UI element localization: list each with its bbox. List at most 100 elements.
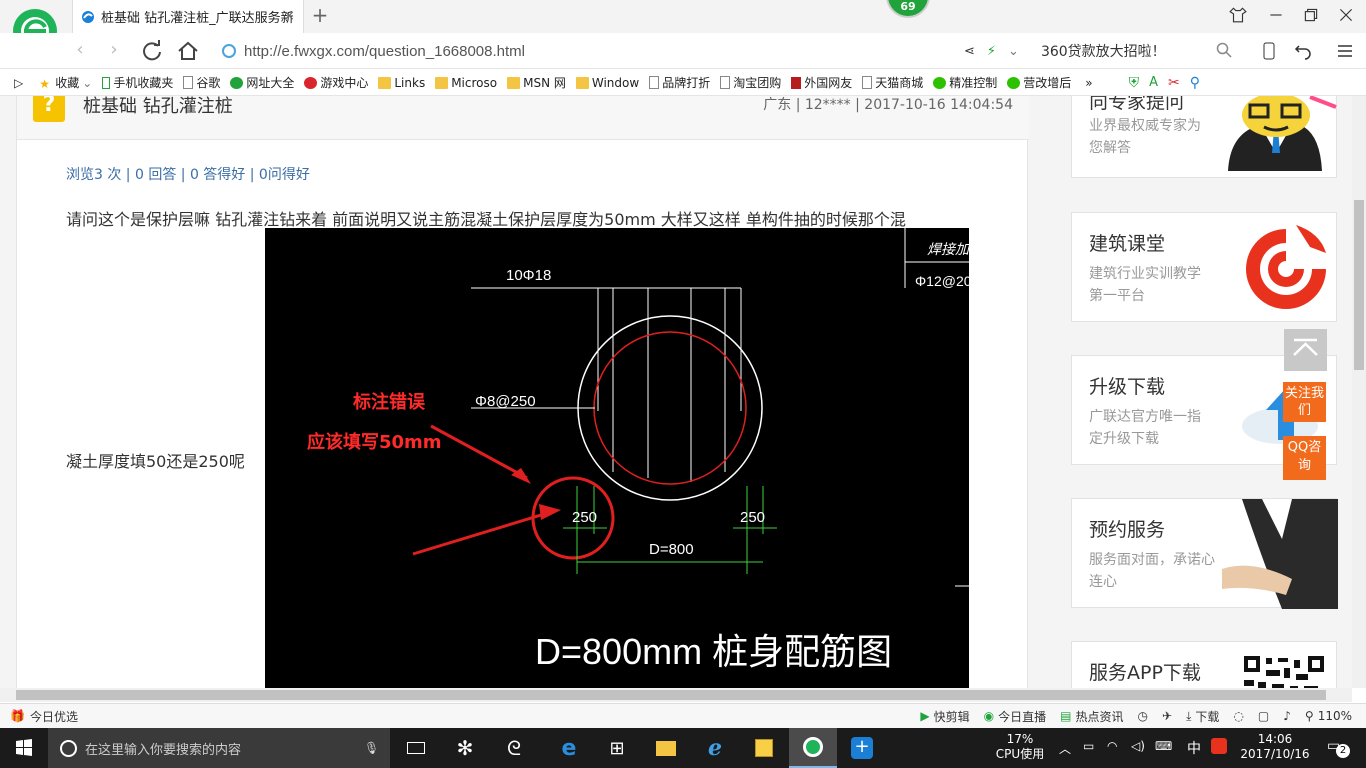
vertical-scroll-thumb[interactable] [1354, 200, 1364, 370]
cad-dimensions [563, 486, 777, 574]
bookmark-brand-sale[interactable]: 品牌打折 [649, 74, 710, 91]
url-text[interactable]: http://e.fwxgx.com/question_1668008.html [244, 43, 525, 60]
news-icon: ▤ [1060, 709, 1072, 723]
status-history-icon[interactable]: ◷ [1138, 709, 1148, 723]
ime-indicator[interactable]: 中 [1187, 738, 1201, 758]
horizontal-scrollbar[interactable] [0, 688, 1352, 702]
swirl-app-icon[interactable]: ᘓ [490, 728, 538, 768]
sidebar-card-appointment[interactable]: 预约服务 服务面对面，承诺心连心 [1071, 498, 1338, 609]
windows-start-icon[interactable] [0, 728, 48, 768]
card-title: 向专家提问 [1089, 96, 1185, 113]
home-icon[interactable] [176, 39, 200, 63]
bookmark-foreign[interactable]: 外国网友 [791, 74, 852, 91]
refresh-icon[interactable] [140, 39, 164, 63]
folder-icon [575, 76, 589, 89]
pinwheel-app-icon[interactable]: ✻ [441, 728, 489, 768]
sidebar-toggle-icon[interactable]: ▷ [14, 76, 23, 90]
shirt-skin-icon[interactable] [1228, 6, 1248, 24]
volume-icon[interactable]: ◁) [1131, 739, 1145, 753]
status-news[interactable]: ▤ 热点资讯 [1060, 708, 1123, 725]
question-stats[interactable]: 浏览3 次 | 0 回答 | 0 答得好 | 0问得好 [66, 164, 310, 184]
bookmark-vat[interactable]: 营改增后 [1007, 74, 1071, 91]
restore-icon[interactable] [1301, 6, 1321, 24]
back-icon[interactable]: ‹ [68, 39, 92, 63]
close-window-icon[interactable] [1336, 6, 1356, 24]
chevron-up-icon[interactable]: ︿ [1059, 740, 1071, 757]
forward-icon[interactable]: › [102, 39, 126, 63]
bookmark-favorites[interactable]: ★ 收藏 ⌄ [39, 74, 92, 91]
address-actions: ⋖ ⚡ ⌄ 360贷款放大招啦！ [964, 41, 1166, 61]
question-title: 桩基础 钻孔灌注桩 [83, 96, 233, 117]
chevron-down-icon[interactable]: ⌄ [1008, 44, 1019, 59]
bookmark-microsoft[interactable]: Microso [435, 76, 497, 90]
bookmark-directory[interactable]: 网址大全 [230, 74, 294, 91]
ie-browser-icon[interactable]: ℯ [691, 728, 739, 768]
taskbar-search[interactable]: 在这里输入你要搜索的内容 🎙 [48, 728, 390, 768]
microphone-icon[interactable]: 🎙 [364, 741, 379, 755]
vertical-scrollbar[interactable] [1352, 96, 1366, 688]
speed-icon[interactable]: ⚡ [987, 44, 996, 59]
mobile-icon[interactable] [1262, 42, 1276, 60]
status-sound-icon[interactable]: ♪ [1283, 709, 1291, 723]
question-mark-icon: ? [33, 96, 65, 122]
bookmark-tmall[interactable]: 天猫商城 [862, 74, 923, 91]
qq-consult-button[interactable]: QQ咨询 [1283, 436, 1326, 480]
360-browser-taskbar-icon[interactable] [789, 728, 837, 768]
shield-icon[interactable]: ⛨ [1129, 75, 1140, 91]
promo-link[interactable]: 360贷款放大招啦！ [1041, 41, 1166, 61]
browser-tab[interactable]: 桩基础 钻孔灌注桩_广联达服务新 × [72, 0, 304, 33]
cpu-usage[interactable]: 17% CPU使用 [989, 732, 1051, 762]
minimize-icon[interactable] [1266, 6, 1286, 24]
translate-icon[interactable]: A [1149, 75, 1158, 90]
tab-close-icon[interactable]: × [283, 8, 295, 24]
scissors-icon[interactable]: ✂ [1168, 75, 1180, 91]
status-speed-icon[interactable]: ◌ [1233, 709, 1243, 723]
bookmark-links[interactable]: Links [378, 76, 425, 90]
status-download[interactable]: ⤓ 下载 [1186, 708, 1219, 725]
status-live[interactable]: ◉ 今日直播 [984, 708, 1047, 725]
status-quick-edit[interactable]: ▶ 快剪辑 [920, 708, 969, 725]
follow-us-button[interactable]: 关注我们 [1283, 382, 1326, 422]
folder-icon [435, 76, 449, 89]
sidebar-card-classroom[interactable]: 建筑课堂 建筑行业实训教学第一平台 [1071, 212, 1337, 322]
tab-title: 桩基础 钻孔灌注桩_广联达服务新 [101, 11, 294, 26]
remote-app-icon[interactable]: + [838, 728, 886, 768]
daily-picks[interactable]: 🎁 今日优选 [10, 708, 78, 725]
magnifier-icon[interactable]: ⚲ [1190, 75, 1200, 91]
question-meta: 广东 | 12**** | 2017-10-16 14:04:54 [763, 97, 1013, 113]
status-pin-icon[interactable]: ✈ [1162, 709, 1172, 723]
bookmark-games[interactable]: 游戏中心 [304, 74, 368, 91]
bookmark-msn[interactable]: MSN 网 [507, 74, 566, 91]
bookmark-taobao[interactable]: 淘宝团购 [720, 74, 781, 91]
share-icon[interactable]: ⋖ [964, 44, 975, 59]
new-tab-button[interactable]: + [310, 4, 330, 28]
edge-browser-icon[interactable]: e [545, 728, 593, 768]
file-explorer-icon[interactable] [642, 728, 690, 768]
store-icon[interactable]: ⊞ [593, 728, 641, 768]
search-icon[interactable] [1216, 42, 1232, 58]
horizontal-scroll-thumb[interactable] [16, 690, 1326, 700]
battery-icon[interactable]: ▭ [1083, 739, 1094, 753]
bookmark-windows[interactable]: Window [575, 76, 639, 90]
cad-drawing[interactable]: 焊接加劲箍 Φ12@20 10Φ18 Φ8@250 标注错误 应该填写 [265, 228, 969, 688]
bookmark-mobile[interactable]: 手机收藏夹 [102, 74, 173, 91]
bookmark-precise[interactable]: 精准控制 [933, 74, 997, 91]
notification-badge[interactable]: 69 [886, 0, 930, 18]
back-to-top-button[interactable] [1284, 329, 1327, 371]
more-bookmarks-icon[interactable]: » [1085, 76, 1092, 90]
wifi-icon[interactable]: ◠ [1107, 739, 1117, 753]
notification-center[interactable]: ▭ 2 [1327, 736, 1351, 760]
status-window-icon[interactable]: ▢ [1258, 709, 1269, 723]
zoom-level[interactable]: ⚲ 110% [1305, 709, 1352, 723]
menu-icon[interactable] [1336, 42, 1354, 60]
task-view-icon[interactable] [392, 728, 440, 768]
clock[interactable]: 14:06 2017/10/16 [1235, 732, 1315, 762]
sidebar-card-app-download[interactable]: 服务APP下载 [1071, 641, 1337, 688]
sogou-ime-icon[interactable] [1211, 738, 1227, 754]
sidebar-card-ask-expert[interactable]: 向专家提问 业界最权威专家为您解答 [1071, 96, 1337, 178]
keyboard-icon[interactable]: ⌨ [1155, 739, 1172, 753]
undo-icon[interactable] [1294, 42, 1312, 60]
bookmark-google[interactable]: 谷歌 [183, 74, 220, 91]
site-security-icon[interactable] [222, 44, 236, 58]
notes-app-icon[interactable] [740, 728, 788, 768]
